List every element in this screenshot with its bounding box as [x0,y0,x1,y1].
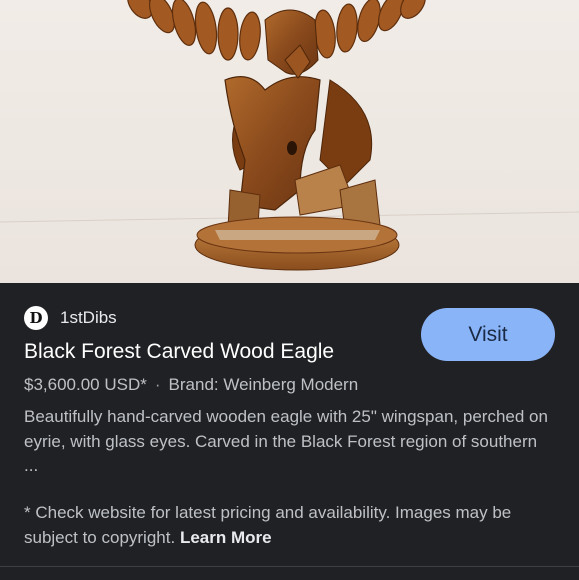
carved-wood-eagle-photo [0,0,579,271]
source-favicon-icon: D [24,306,48,330]
product-brand: Brand: Weinberg Modern [168,375,359,394]
meta-separator: · [154,375,161,394]
product-title[interactable]: Black Forest Carved Wood Eagle [24,340,334,364]
learn-more-link[interactable]: Learn More [180,528,272,547]
product-meta: $3,600.00 USD* · Brand: Weinberg Modern [24,375,358,395]
product-image[interactable] [0,0,579,283]
source-name[interactable]: 1stDibs [60,308,117,328]
divider [0,566,579,567]
source-row[interactable]: D 1stDibs [24,305,117,331]
visit-button[interactable]: Visit [421,308,555,361]
product-description: Beautifully hand-carved wooden eagle wit… [24,407,548,475]
pricing-notice: * Check website for latest pricing and a… [24,501,559,550]
product-price: $3,600.00 USD* [24,375,147,394]
